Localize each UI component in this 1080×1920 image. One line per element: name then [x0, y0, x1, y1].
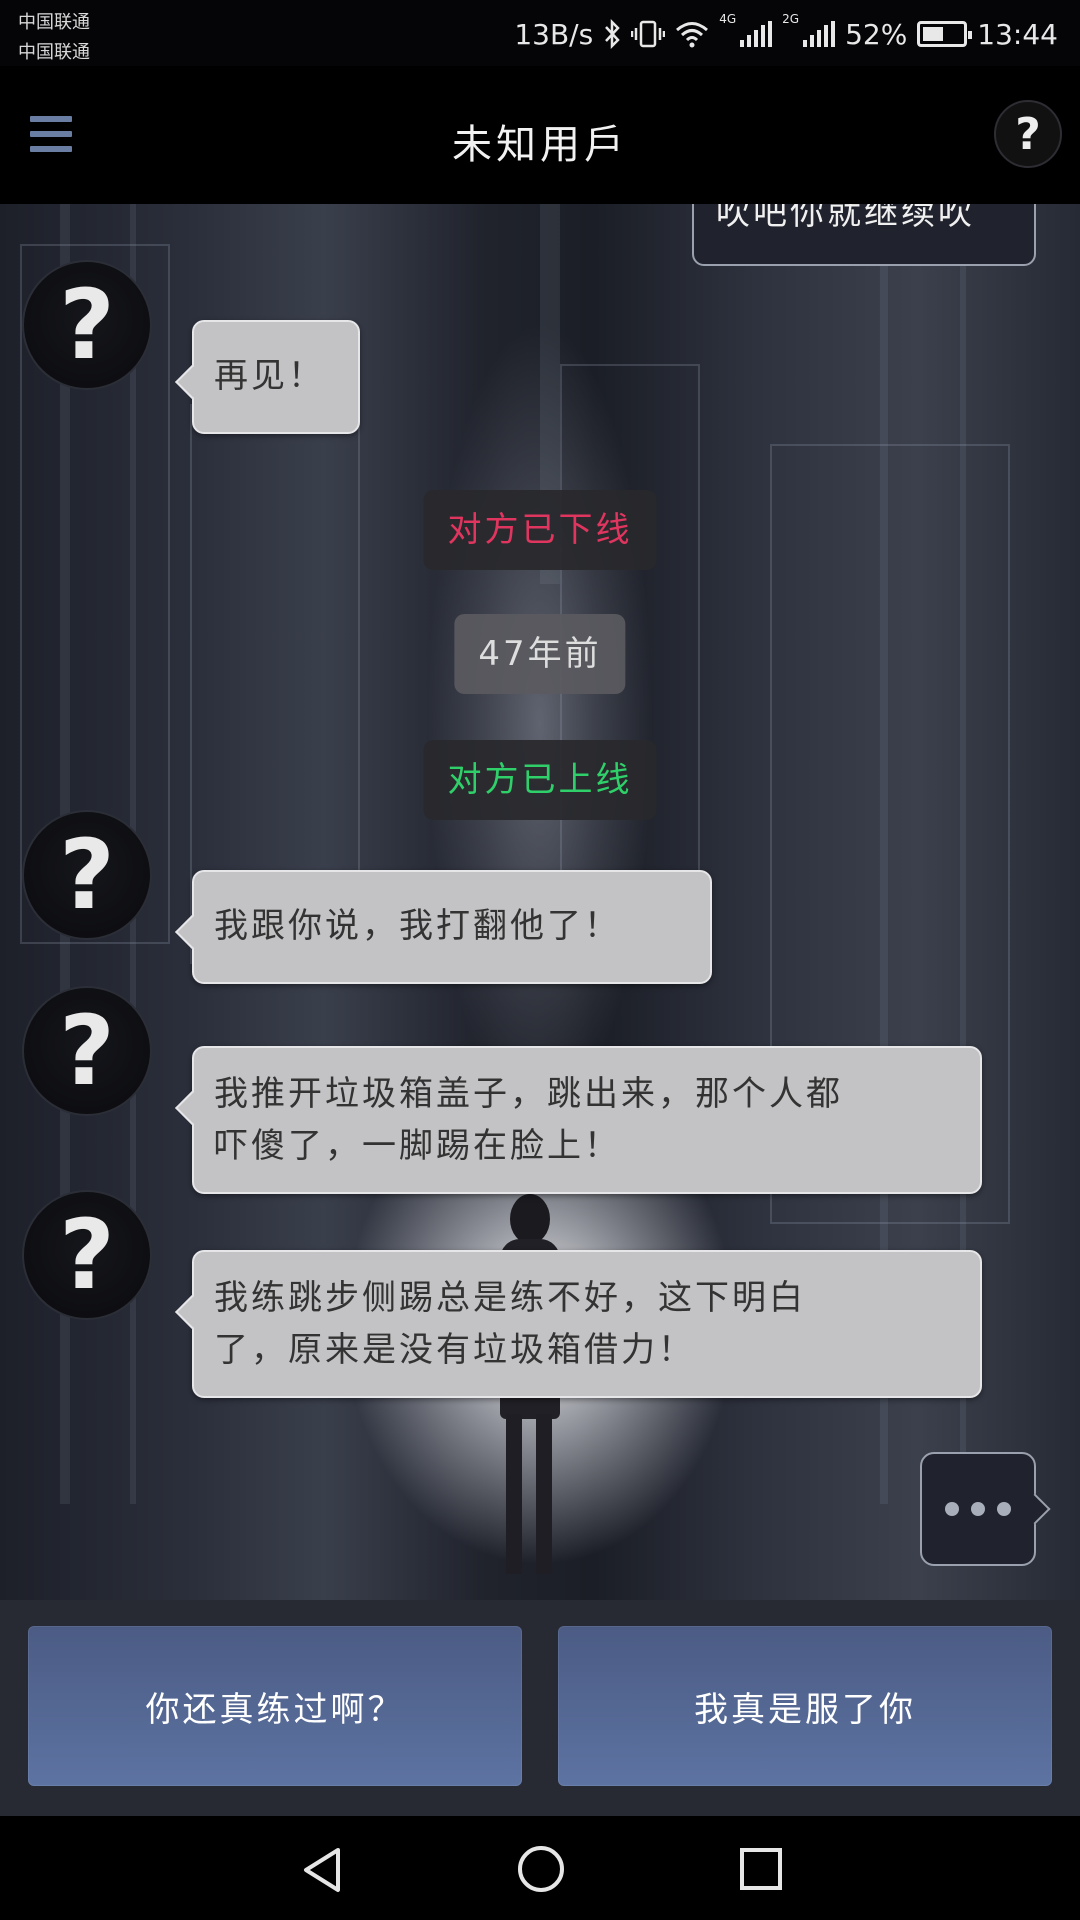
avatar[interactable]: ? — [22, 810, 152, 940]
navigation-bar — [0, 1816, 1080, 1920]
battery-percent: 52% — [845, 17, 908, 51]
timestamp: 47年前 — [454, 614, 626, 694]
home-icon[interactable] — [518, 1846, 564, 1892]
wifi-icon — [676, 22, 709, 48]
incoming-message: 我推开垃圾箱盖子，跳出来，那个人都 吓傻了，一脚踢在脸上！ — [192, 1046, 982, 1194]
typing-indicator-icon — [920, 1452, 1036, 1566]
status-offline: 对方已下线 — [423, 490, 657, 570]
app-header: 未知用戶 ? — [0, 66, 1080, 204]
recent-apps-icon[interactable] — [740, 1848, 782, 1890]
bluetooth-icon — [605, 19, 620, 49]
avatar[interactable]: ? — [22, 986, 152, 1116]
reply-options: 你还真练过啊？ 我真是服了你 — [0, 1600, 1080, 1816]
avatar[interactable]: ? — [22, 260, 152, 390]
reply-option-1-button[interactable]: 你还真练过啊？ — [28, 1626, 522, 1786]
clock: 13:44 — [977, 17, 1058, 51]
message-line: 我练跳步侧踢总是练不好，这下明白 — [214, 1278, 806, 1318]
vibrate-icon — [631, 20, 666, 48]
incoming-message: 我练跳步侧踢总是练不好，这下明白 了，原来是没有垃圾箱借力！ — [192, 1250, 982, 1398]
signal-1-icon — [740, 21, 773, 47]
message-line: 了，原来是没有垃圾箱借力！ — [214, 1330, 695, 1370]
avatar[interactable]: ? — [22, 1190, 152, 1320]
network-type-1: 4G — [719, 12, 737, 26]
network-speed: 13B/s — [514, 17, 594, 51]
chat-area[interactable]: 吹吧你就继续吹 ? 再见！ 对方已下线 47年前 对方已上线 ? 我跟你说，我打… — [0, 204, 1080, 1600]
status-bar: 中国联通 中国联通 13B/s 4G 2G 52% 13:44 — [0, 0, 1080, 66]
outgoing-message: 吹吧你就继续吹 — [692, 204, 1036, 266]
incoming-message: 我跟你说，我打翻他了！ — [192, 870, 712, 984]
message-text: 我跟你说，我打翻他了！ — [214, 906, 621, 946]
back-icon[interactable] — [300, 1846, 344, 1894]
battery-fill — [923, 27, 944, 41]
battery-icon — [917, 21, 973, 47]
reply-option-2-button[interactable]: 我真是服了你 — [558, 1626, 1052, 1786]
message-text: 吹吧你就继续吹 — [716, 204, 975, 233]
status-online: 对方已上线 — [423, 740, 657, 820]
help-button[interactable]: ? — [994, 100, 1062, 168]
message-line: 吓傻了，一脚踢在脸上！ — [214, 1126, 621, 1166]
incoming-message: 再见！ — [192, 320, 360, 434]
carrier-1: 中国联通 — [18, 12, 90, 33]
message-line: 我推开垃圾箱盖子，跳出来，那个人都 — [214, 1074, 843, 1114]
page-title: 未知用戶 — [452, 122, 628, 168]
network-type-2: 2G — [782, 12, 800, 26]
message-text: 再见！ — [214, 356, 325, 396]
carrier-2: 中国联通 — [18, 42, 90, 63]
signal-2-icon — [803, 21, 836, 47]
status-indicators: 13B/s 4G 2G 52% 13:44 — [514, 12, 1058, 56]
